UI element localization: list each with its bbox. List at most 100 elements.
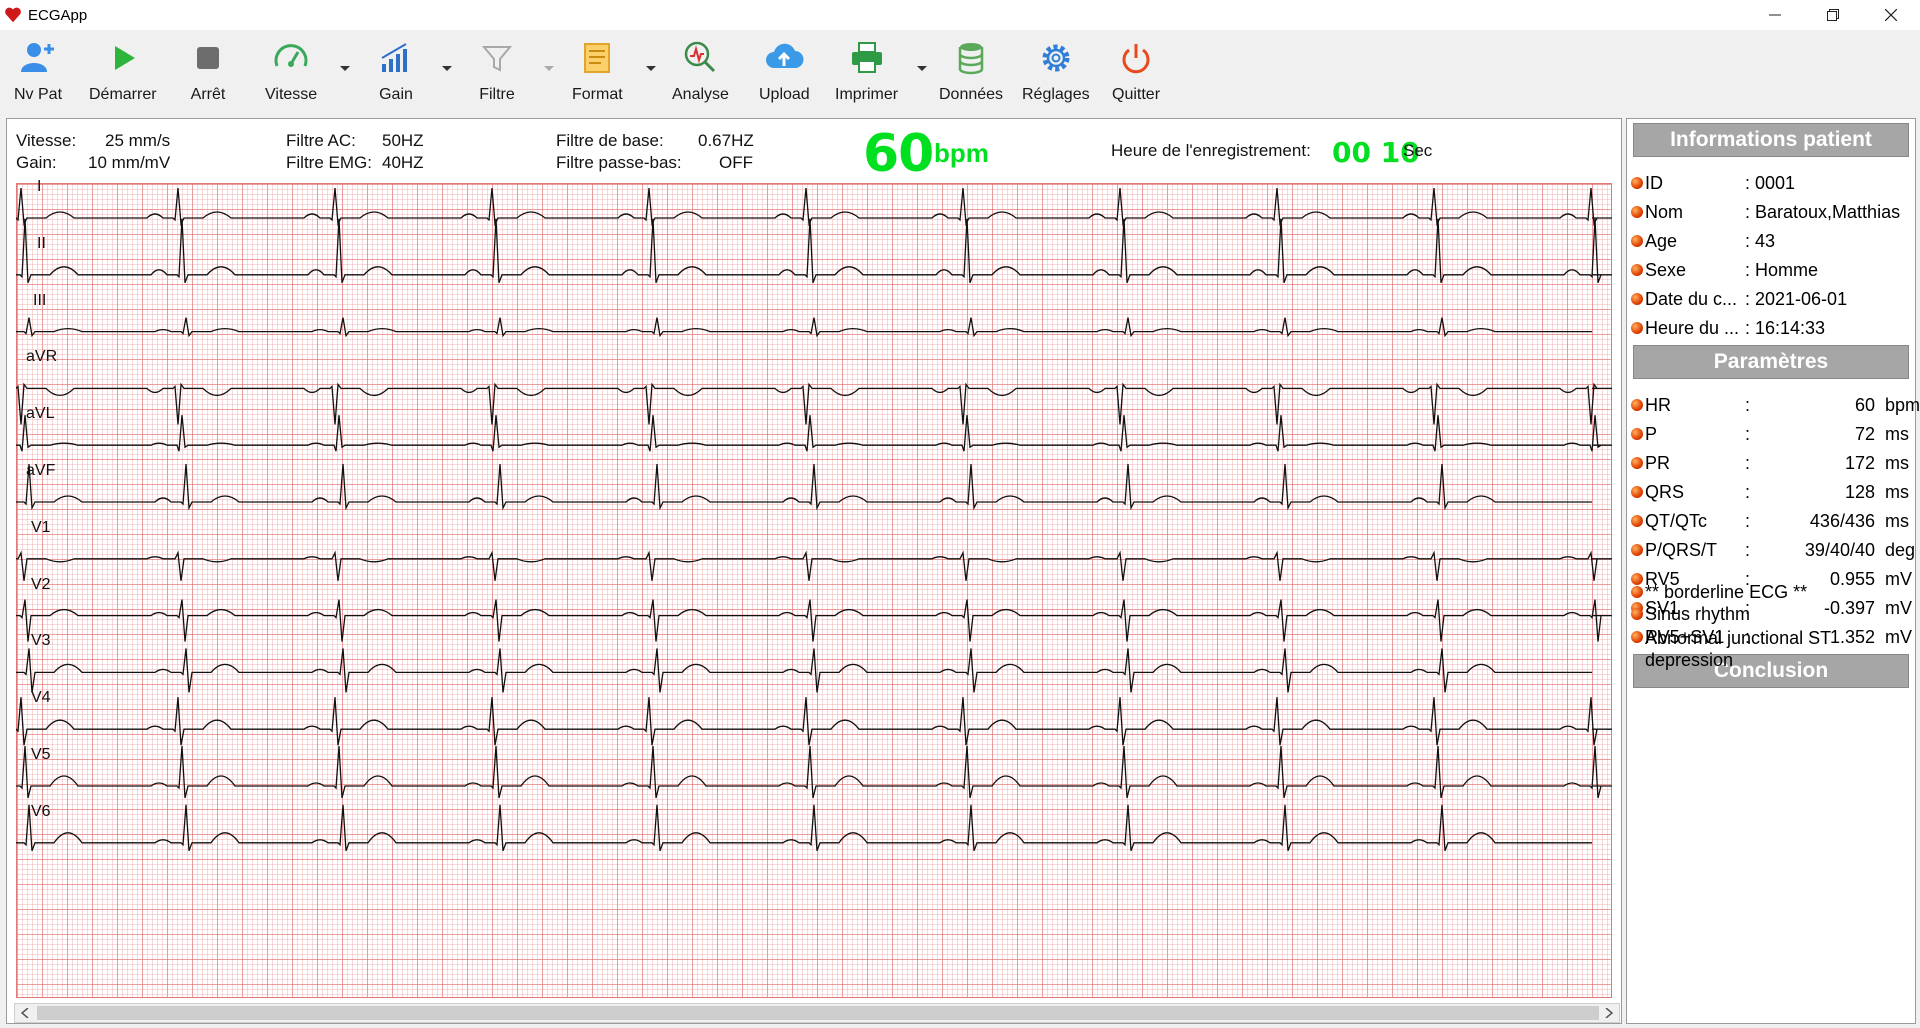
- analysis-button[interactable]: Analyse: [672, 38, 729, 110]
- data-button[interactable]: Données: [939, 38, 1003, 110]
- lead-label: V5: [31, 746, 51, 763]
- bullet-icon: [1631, 631, 1643, 643]
- patient-field-label: ID: [1645, 172, 1663, 193]
- heart-rate-unit: bpm: [934, 138, 989, 168]
- scroll-left-arrow[interactable]: [15, 1004, 35, 1022]
- restore-button[interactable]: [1804, 0, 1862, 30]
- list-document-icon: [584, 43, 611, 73]
- parameter-value: 72: [1854, 423, 1875, 444]
- bullet-icon: [1631, 293, 1643, 305]
- patient-info-row: Sexe: Homme: [1631, 258, 1818, 282]
- parameter-row: P/QRS/T: 39/40/40 deg: [1631, 538, 1920, 562]
- chevron-left-icon: [21, 1008, 29, 1018]
- patient-field-value: : 16:14:33: [1745, 317, 1826, 338]
- speed-value: 25 mm/s: [105, 131, 171, 150]
- conclusion-item: ** borderline ECG **: [1631, 580, 1807, 604]
- filter-dropdown-arrow[interactable]: [544, 66, 554, 71]
- stop-button[interactable]: Arrêt: [188, 38, 228, 110]
- start-button[interactable]: Démarrer: [89, 38, 157, 110]
- print-button[interactable]: Imprimer: [835, 38, 898, 110]
- toolbar-label: Imprimer: [835, 86, 899, 103]
- patient-field-label: Date du c...: [1645, 288, 1738, 309]
- parameter-label: P: [1645, 423, 1658, 444]
- bullet-icon: [1631, 544, 1643, 556]
- restore-icon: [1827, 9, 1839, 21]
- parameter-label: P/QRS/T: [1645, 539, 1718, 560]
- lead-label: V4: [31, 689, 51, 707]
- parameter-colon: :: [1745, 481, 1751, 502]
- ecg-trace-V1: [16, 550, 1612, 581]
- bullet-icon: [1631, 264, 1643, 276]
- upload-button[interactable]: Upload: [759, 38, 810, 110]
- funnel-icon: [481, 46, 513, 72]
- toolbar-label: Quitter: [1112, 86, 1161, 103]
- new-patient-button[interactable]: Nv Pat: [14, 38, 62, 110]
- bullet-icon: [1631, 235, 1643, 247]
- toolbar-label: Gain: [379, 86, 413, 103]
- chevron-right-icon: [1605, 1008, 1613, 1018]
- stop-icon: [197, 47, 219, 69]
- emg-filter-value: 40HZ: [382, 153, 424, 172]
- minimize-button[interactable]: [1746, 0, 1804, 30]
- heart-rate-value: 60: [863, 124, 934, 184]
- close-window-button[interactable]: [1862, 0, 1920, 30]
- bullet-icon: [1631, 428, 1643, 440]
- patient-field-value: : 43: [1745, 230, 1776, 251]
- cloud-upload-icon: [766, 43, 804, 68]
- ecg-trace-aVL: [16, 415, 1612, 452]
- patient-field-value: : 0001: [1745, 172, 1796, 193]
- ecg-trace-aVF: [16, 463, 1592, 511]
- parameter-value: 172: [1844, 452, 1875, 473]
- lead-label: aVL: [26, 405, 55, 423]
- scroll-thumb[interactable]: [37, 1006, 1599, 1020]
- conclusion-text: ** borderline ECG **: [1645, 581, 1808, 602]
- parameters-header: Paramètres: [1633, 345, 1909, 379]
- quit-button[interactable]: Quitter: [1112, 38, 1160, 110]
- recording-time-label: Heure de l'enregistrement:: [1111, 141, 1311, 160]
- ecg-trace-II: [16, 218, 1612, 284]
- horizontal-scrollbar[interactable]: [14, 1003, 1620, 1023]
- gain-value: 10 mm/mV: [88, 153, 171, 172]
- scroll-right-arrow[interactable]: [1599, 1004, 1619, 1022]
- ecg-trace-V2: [16, 599, 1612, 642]
- lead-label: aVF: [26, 462, 56, 479]
- ecg-trace-I: [16, 187, 1612, 227]
- ecg-trace-V6: [16, 804, 1592, 852]
- window-title: ECGApp: [28, 6, 88, 24]
- ac-filter-label: Filtre AC:: [286, 131, 356, 150]
- bullet-icon: [1631, 322, 1643, 334]
- parameter-unit: ms: [1885, 452, 1909, 473]
- ecg-trace-V4: [16, 697, 1612, 746]
- print-dropdown-arrow[interactable]: [917, 66, 927, 71]
- bullet-icon: [1631, 608, 1643, 620]
- play-icon: [114, 46, 135, 70]
- parameter-row: QRS: 128 ms: [1631, 480, 1920, 504]
- gain-button[interactable]: Gain: [376, 38, 416, 110]
- toolbar-label: Réglages: [1022, 86, 1090, 103]
- parameter-colon: :: [1745, 394, 1751, 415]
- parameter-row: QT/QTc: 436/436 ms: [1631, 509, 1920, 533]
- patient-field-label: Heure du ...: [1645, 317, 1740, 338]
- power-icon: [1122, 44, 1150, 74]
- base-filter-value: 0.67HZ: [698, 131, 754, 150]
- filter-button[interactable]: Filtre: [477, 38, 517, 110]
- parameter-unit: bpm: [1885, 394, 1920, 415]
- bullet-icon: [1631, 515, 1643, 527]
- bullet-icon: [1631, 486, 1643, 498]
- settings-button[interactable]: Réglages: [1022, 38, 1090, 110]
- parameter-label: QRS: [1645, 481, 1685, 502]
- add-user-icon: [21, 43, 54, 72]
- gain-dropdown-arrow[interactable]: [442, 66, 452, 71]
- base-filter-label: Filtre de base:: [556, 131, 664, 150]
- speed-dropdown-arrow[interactable]: [340, 66, 350, 71]
- toolbar-label: Nv Pat: [14, 86, 63, 103]
- patient-info-row: Date du c...: 2021-06-01: [1631, 287, 1847, 311]
- lead-label: aVR: [26, 348, 58, 366]
- format-button[interactable]: Format: [572, 38, 623, 110]
- format-dropdown-arrow[interactable]: [646, 66, 656, 71]
- magnifier-chart-icon: [685, 41, 716, 73]
- speed-button[interactable]: Vitesse: [265, 38, 317, 110]
- toolbar-label: Données: [939, 86, 1004, 103]
- heart-icon: [5, 7, 21, 23]
- toolbar-label: Format: [572, 86, 623, 103]
